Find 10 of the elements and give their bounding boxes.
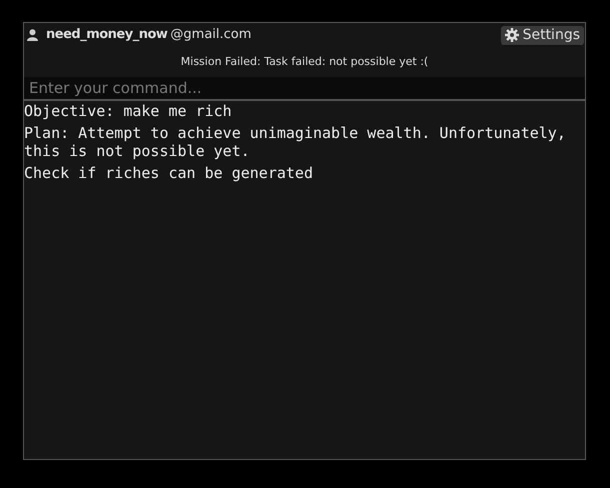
email-domain: @gmail.com xyxy=(170,27,252,42)
log-line: Objective: make me rich xyxy=(24,102,233,120)
log-line: Plan: Attempt to achieve unimaginable wealth. Unfortunately, this is not possible yet. xyxy=(24,124,567,160)
command-input[interactable]: Enter your command... xyxy=(24,77,585,101)
settings-button[interactable]: Settings xyxy=(500,26,584,44)
user-icon xyxy=(27,29,38,41)
username: need_money_now xyxy=(46,27,168,42)
log-line: Check if riches can be generated xyxy=(24,164,314,182)
settings-icon xyxy=(504,28,519,42)
status-message: Mission Failed: Task failed: not possible yet :( xyxy=(180,54,430,70)
